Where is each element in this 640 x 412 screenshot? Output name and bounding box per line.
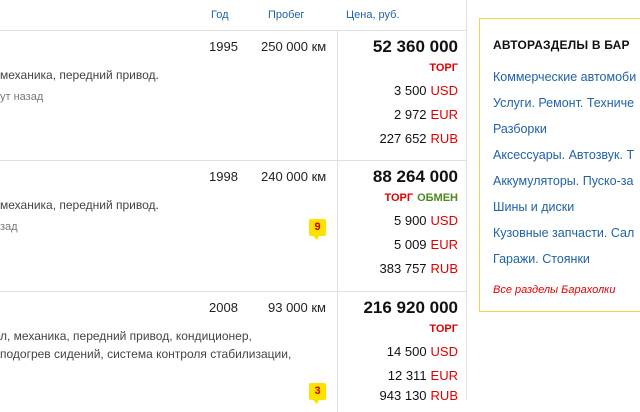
price-usd-value: 14 500 xyxy=(386,344,427,359)
price-tags: ТОРГ xyxy=(429,323,458,335)
table-header: Год Пробег Цена, руб. xyxy=(0,0,466,31)
price-usd-value: 5 900 xyxy=(394,213,427,228)
price-eur: 2 972 EUR xyxy=(394,107,458,122)
price-usd-value: 3 500 xyxy=(394,83,427,98)
row-mileage: 240 000 км xyxy=(261,169,327,184)
listing-table: Год Пробег Цена, руб. 1995 250 000 км ме… xyxy=(0,0,467,412)
currency-rub: RUB xyxy=(430,388,458,403)
auto-sections-sidebar: АВТОРАЗДЕЛЫ В БАР Коммерческие автомоби … xyxy=(479,18,640,312)
price-rub-value: 227 652 xyxy=(379,131,427,146)
sort-mileage-link[interactable]: Пробег xyxy=(268,9,304,21)
price-rub-value: 383 757 xyxy=(379,261,427,276)
price-tags: ТОРГ ОБМЕН xyxy=(385,192,458,204)
price-main: 88 264 000 xyxy=(372,167,458,186)
price-eur-value: 12 311 xyxy=(387,368,427,383)
price-eur: 12 311 EUR xyxy=(388,368,458,383)
currency-eur: EUR xyxy=(430,237,458,252)
price-main: 52 360 000 xyxy=(372,37,458,56)
price-usd: 3 500 USD xyxy=(394,83,458,98)
currency-usd: USD xyxy=(430,344,458,359)
comment-count-badge[interactable]: 3 xyxy=(309,383,326,404)
row-description: механика, передний привод. xyxy=(0,198,159,212)
price-main: 216 920 000 xyxy=(363,298,458,317)
row-year: 2008 xyxy=(209,300,238,315)
torg-label: ТОРГ xyxy=(384,192,414,204)
sidebar-all-sections-link[interactable]: Все разделы Барахолки xyxy=(493,284,615,296)
sidebar-link-garages[interactable]: Гаражи. Стоянки xyxy=(493,252,590,266)
currency-rub: RUB xyxy=(430,131,458,146)
table-row[interactable]: 1995 250 000 км механика, передний приво… xyxy=(0,31,466,161)
currency-eur: EUR xyxy=(430,107,458,122)
row-year: 1998 xyxy=(209,169,238,184)
price-rub-value: 943 130 xyxy=(379,388,427,403)
price-eur-value: 2 972 xyxy=(394,107,427,122)
sort-year-link[interactable]: Год xyxy=(211,9,229,21)
row-year: 1995 xyxy=(209,39,238,54)
table-row[interactable]: 1998 240 000 км механика, передний приво… xyxy=(0,161,466,292)
row-description-line-1: л, механика, передний привод, кондиционе… xyxy=(0,329,252,343)
sidebar-link-commercial[interactable]: Коммерческие автомоби xyxy=(493,70,636,84)
currency-eur: EUR xyxy=(430,368,458,383)
price-eur-value: 5 009 xyxy=(394,237,427,252)
price-tags: ТОРГ xyxy=(429,62,458,74)
obmen-label: ОБМЕН xyxy=(417,192,458,204)
sidebar-link-razborki[interactable]: Разборки xyxy=(493,122,547,136)
currency-usd: USD xyxy=(430,83,458,98)
currency-usd: USD xyxy=(430,213,458,228)
price-cell: 52 360 000 ТОРГ 3 500 USD 2 972 EUR 227 65… xyxy=(337,31,467,160)
currency-rub: RUB xyxy=(430,261,458,276)
row-description-line-2: подогрев сидений, система контроля стаби… xyxy=(0,347,292,361)
price-cell: 216 920 000 ТОРГ 14 500 USD 12 311 EUR 943… xyxy=(337,292,467,412)
price-rub: 227 652 RUB xyxy=(380,131,458,146)
row-description: механика, передний привод. xyxy=(0,68,159,82)
row-mileage: 93 000 км xyxy=(268,300,326,315)
table-row[interactable]: 2008 93 000 км л, механика, передний при… xyxy=(0,292,466,412)
price-usd: 14 500 USD xyxy=(387,344,458,359)
sidebar-title: АВТОРАЗДЕЛЫ В БАР xyxy=(493,38,630,52)
torg-label: ТОРГ xyxy=(429,62,458,74)
sidebar-link-batteries[interactable]: Аккумуляторы. Пуско-за xyxy=(493,174,633,188)
price-rub: 383 757 RUB xyxy=(380,261,458,276)
price-cell: 88 264 000 ТОРГ ОБМЕН 5 900 USD 5 009 EUR 3… xyxy=(337,161,467,291)
sidebar-link-accessories[interactable]: Аксессуары. Автозвук. Т xyxy=(493,148,634,162)
price-rub: 943 130 RUB xyxy=(380,388,458,403)
torg-label: ТОРГ xyxy=(429,323,458,335)
price-usd: 5 900 USD xyxy=(394,213,458,228)
sidebar-link-tires[interactable]: Шины и диски xyxy=(493,200,574,214)
sidebar-link-services[interactable]: Услуги. Ремонт. Техниче xyxy=(493,96,634,110)
comment-count-badge[interactable]: 9 xyxy=(309,219,326,240)
row-posted-time: зад xyxy=(0,221,18,233)
price-eur: 5 009 EUR xyxy=(394,237,458,252)
sort-price-link[interactable]: Цена, руб. xyxy=(346,9,400,21)
row-mileage: 250 000 км xyxy=(261,39,327,54)
sidebar-link-body-parts[interactable]: Кузовные запчасти. Сал xyxy=(493,226,634,240)
row-posted-time: ут назад xyxy=(0,91,44,103)
